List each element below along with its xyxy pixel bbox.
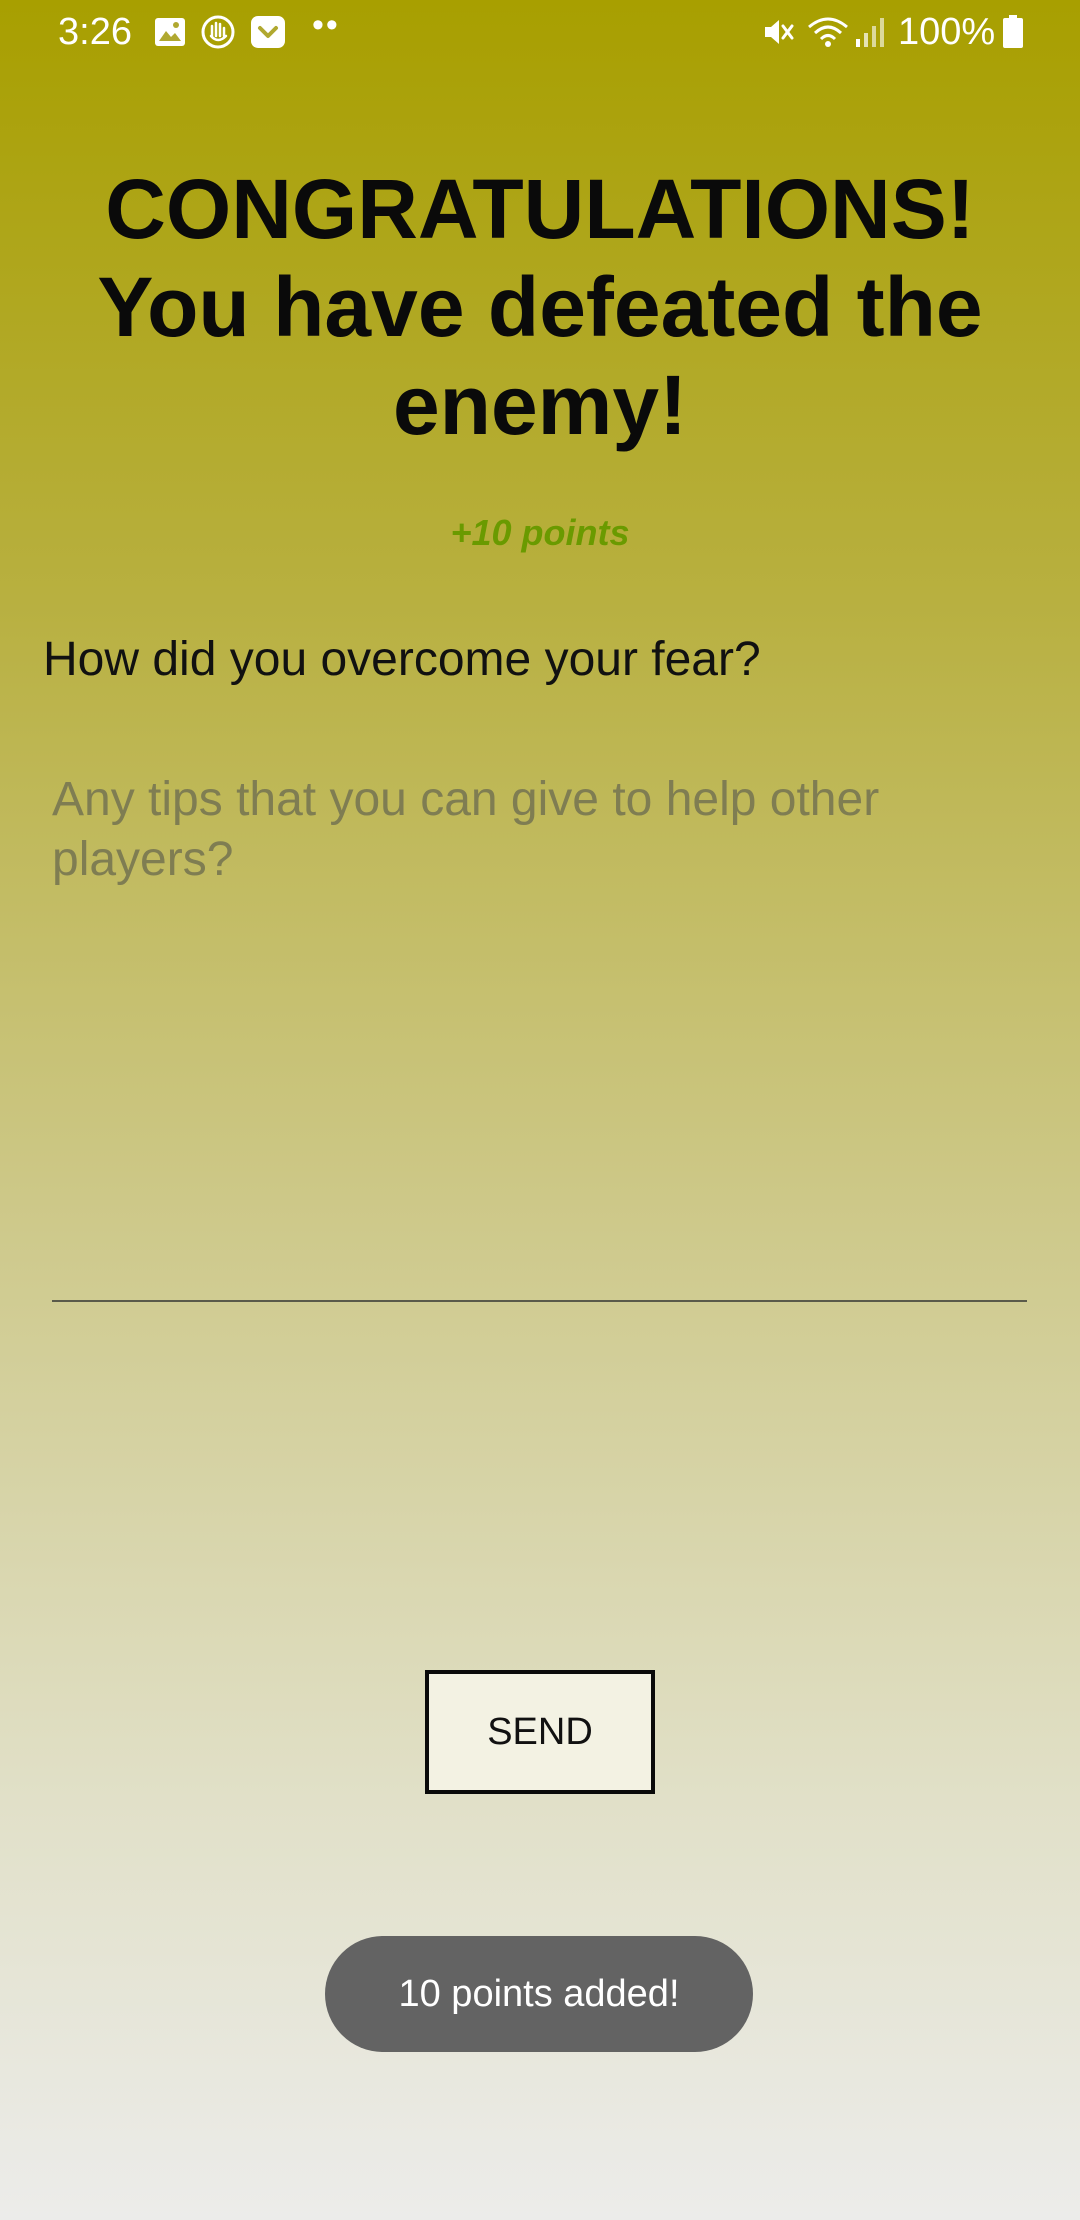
image-icon (152, 14, 188, 50)
battery-icon (1000, 14, 1026, 50)
question-label: How did you overcome your fear? (43, 633, 761, 686)
mute-icon (760, 14, 796, 50)
overflow-dots: •• (312, 6, 340, 44)
page-title: CONGRATULATIONS! You have defeated the e… (97, 162, 983, 452)
points-awarded: +10 points (450, 512, 630, 553)
wifi-icon (806, 14, 850, 50)
status-time: 3:26 (58, 11, 132, 53)
pocket-icon (250, 14, 286, 50)
signal-icon (852, 14, 888, 50)
tips-input[interactable] (52, 770, 1027, 1302)
hand-icon (200, 14, 236, 50)
send-button[interactable]: SEND (425, 1670, 655, 1794)
toast-notification: 10 points added! (325, 1936, 753, 2052)
status-bar: 3:26 •• 100% (0, 0, 1080, 64)
battery-percentage: 100% (898, 11, 996, 53)
toast-message: 10 points added! (398, 1972, 680, 2015)
